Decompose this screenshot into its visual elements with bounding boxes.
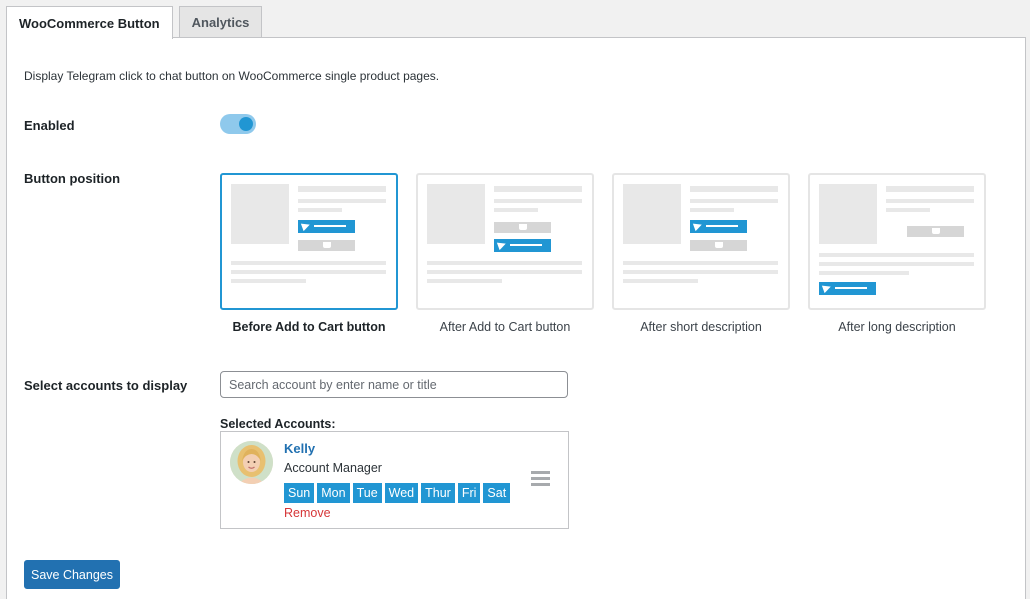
placeholder-line	[231, 261, 386, 265]
day-sat[interactable]: Sat	[483, 483, 511, 503]
enabled-toggle[interactable]	[220, 114, 256, 134]
placeholder-line	[427, 261, 582, 265]
settings-panel: Display Telegram click to chat button on…	[6, 37, 1026, 599]
page-description: Display Telegram click to chat button on…	[24, 69, 440, 83]
placeholder-line	[690, 186, 778, 192]
telegram-button-preview	[298, 220, 355, 233]
position-caption: After Add to Cart button	[439, 320, 571, 334]
cart-button-preview	[907, 226, 964, 237]
position-option-after-cart[interactable]	[416, 173, 594, 310]
placeholder-line	[623, 261, 778, 265]
drag-handle-icon[interactable]	[531, 471, 550, 486]
placeholder-line	[427, 279, 502, 283]
button-position-label: Button position	[24, 171, 121, 186]
availability-days: Sun Mon Tue Wed Thur Fri Sat	[284, 483, 513, 503]
placeholder-line	[819, 262, 974, 266]
placeholder-line	[886, 208, 930, 212]
telegram-icon	[496, 239, 508, 251]
placeholder-line	[690, 208, 734, 212]
placeholder-line	[886, 186, 974, 192]
product-image-placeholder	[427, 184, 485, 244]
position-option-after-short-description[interactable]	[612, 173, 790, 310]
cart-icon	[518, 224, 527, 230]
tab-woocommerce-button[interactable]: WooCommerce Button	[6, 6, 173, 39]
day-sun[interactable]: Sun	[284, 483, 315, 503]
placeholder-line	[231, 279, 306, 283]
avatar	[230, 441, 273, 484]
position-caption: After long description	[838, 320, 956, 334]
account-name: Kelly	[284, 441, 316, 456]
placeholder-line	[623, 270, 778, 274]
placeholder-line	[494, 208, 538, 212]
telegram-icon	[821, 282, 833, 294]
cart-icon	[714, 242, 723, 248]
telegram-icon	[692, 220, 704, 232]
product-image-placeholder	[819, 184, 877, 244]
telegram-button-preview	[819, 282, 876, 295]
cart-icon	[931, 228, 940, 234]
selected-accounts-title: Selected Accounts:	[220, 417, 336, 431]
accounts-label: Select accounts to display	[24, 378, 188, 393]
day-fri[interactable]: Fri	[457, 483, 481, 503]
placeholder-line	[231, 270, 386, 274]
placeholder-line	[886, 199, 974, 203]
telegram-button-preview	[494, 239, 551, 252]
toggle-knob	[239, 117, 253, 131]
enabled-label: Enabled	[24, 118, 75, 133]
position-option-before-cart[interactable]	[220, 173, 398, 310]
placeholder-line	[427, 270, 582, 274]
placeholder-line	[298, 186, 386, 192]
placeholder-line	[819, 253, 974, 257]
telegram-icon	[300, 220, 312, 232]
placeholder-line	[623, 279, 698, 283]
remove-account-link[interactable]: Remove	[284, 506, 331, 520]
placeholder-line	[494, 186, 582, 192]
product-image-placeholder	[623, 184, 681, 244]
day-wed[interactable]: Wed	[384, 483, 419, 503]
account-search-input[interactable]	[220, 371, 568, 398]
tab-bar: WooCommerce Button Analytics	[6, 6, 268, 39]
day-thur[interactable]: Thur	[421, 483, 455, 503]
position-option-after-long-description[interactable]	[808, 173, 986, 310]
day-tue[interactable]: Tue	[352, 483, 382, 503]
position-caption: After short description	[640, 320, 762, 334]
placeholder-line	[690, 199, 778, 203]
cart-button-preview	[690, 240, 747, 251]
product-image-placeholder	[231, 184, 289, 244]
placeholder-line	[819, 271, 909, 275]
cart-button-preview	[298, 240, 355, 251]
save-changes-button[interactable]: Save Changes	[24, 560, 120, 589]
account-title: Account Manager	[284, 461, 382, 475]
cart-icon	[322, 242, 331, 248]
day-mon[interactable]: Mon	[317, 483, 350, 503]
cart-button-preview	[494, 222, 551, 233]
placeholder-line	[298, 199, 386, 203]
selected-account-card: Kelly Account Manager Sun Mon Tue Wed Th…	[220, 431, 569, 529]
telegram-button-preview	[690, 220, 747, 233]
placeholder-line	[494, 199, 582, 203]
placeholder-line	[298, 208, 342, 212]
tab-analytics[interactable]: Analytics	[178, 6, 263, 38]
position-caption: Before Add to Cart button	[232, 320, 386, 334]
